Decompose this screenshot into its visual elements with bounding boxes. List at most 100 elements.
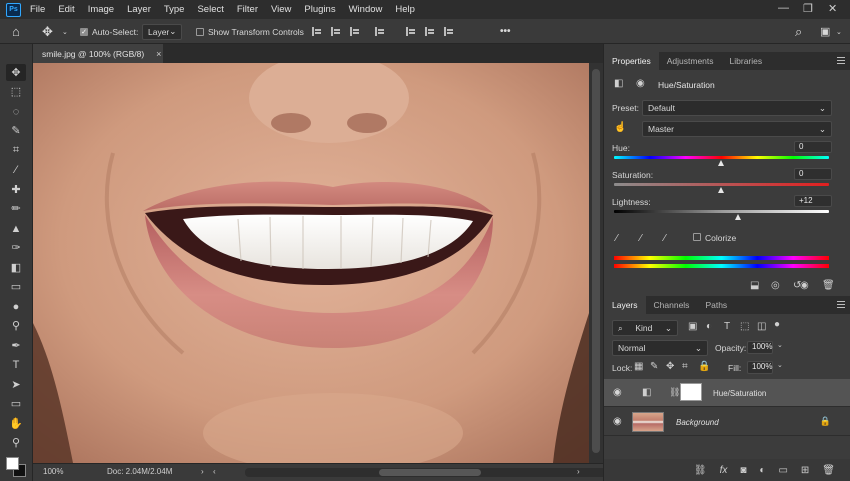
- blend-mode-dropdown[interactable]: Normal ⌄: [612, 340, 708, 356]
- targeted-adjustment-hand-icon[interactable]: ☝: [614, 122, 626, 133]
- align-center-icon[interactable]: [331, 27, 341, 36]
- layer-thumbnail[interactable]: [632, 412, 664, 432]
- menu-image[interactable]: Image: [88, 4, 114, 15]
- hand-tool-icon[interactable]: ✋: [6, 415, 26, 432]
- rectangle-tool-icon[interactable]: ▭: [6, 395, 26, 412]
- panel-menu-icon[interactable]: [837, 57, 845, 58]
- chevron-down-icon[interactable]: ⌄: [777, 361, 783, 369]
- restore-icon[interactable]: ❐: [803, 2, 813, 15]
- tab-properties[interactable]: Properties: [604, 52, 659, 70]
- eyedropper-plus-icon[interactable]: ⁄: [640, 233, 653, 246]
- channel-dropdown[interactable]: Master ⌄: [642, 121, 832, 137]
- lightness-input[interactable]: +12: [794, 195, 832, 207]
- align-middle-icon[interactable]: [425, 27, 435, 36]
- menu-view[interactable]: View: [271, 4, 291, 15]
- delete-layer-icon[interactable]: 🗑: [822, 465, 835, 476]
- crop-tool-icon[interactable]: ⌗: [6, 142, 26, 159]
- layer-row-background[interactable]: ◉ Background 🔒: [604, 408, 850, 436]
- distribute-icon[interactable]: [375, 27, 385, 36]
- align-bottom-icon[interactable]: [444, 27, 454, 36]
- history-brush-tool-icon[interactable]: ✑: [6, 239, 26, 256]
- lock-transparent-icon[interactable]: ▦: [634, 361, 643, 372]
- lock-position-icon[interactable]: ✥: [666, 361, 674, 372]
- home-icon[interactable]: ⌂: [12, 19, 20, 44]
- auto-select-checkbox[interactable]: ✓: [80, 27, 88, 36]
- filter-shape-icon[interactable]: ⬚: [740, 321, 749, 332]
- hue-slider-track[interactable]: [614, 156, 829, 159]
- layer-visibility-eye-icon[interactable]: ◉: [613, 387, 622, 398]
- close-icon[interactable]: ×: [156, 49, 161, 59]
- close-window-icon[interactable]: ✕: [828, 2, 837, 15]
- lightness-slider-knob[interactable]: [735, 214, 741, 220]
- saturation-input[interactable]: 0: [794, 168, 832, 180]
- marquee-tool-icon[interactable]: ⬚: [6, 83, 26, 100]
- blur-tool-icon[interactable]: ●: [6, 298, 26, 315]
- menu-edit[interactable]: Edit: [58, 4, 74, 15]
- adjustment-layer-icon[interactable]: ◧: [614, 78, 623, 89]
- saturation-slider-track[interactable]: [614, 183, 829, 186]
- scrollbar-thumb[interactable]: [379, 469, 481, 476]
- filter-toggle-icon[interactable]: ●: [774, 319, 780, 330]
- new-layer-icon[interactable]: ⊞: [801, 465, 809, 476]
- lightness-slider-track[interactable]: [614, 210, 829, 213]
- layer-visibility-eye-icon[interactable]: ◉: [613, 416, 622, 427]
- filter-smart-object-icon[interactable]: ◫: [757, 321, 766, 332]
- chevron-left-icon[interactable]: ‹: [213, 467, 216, 476]
- foreground-color-swatch[interactable]: [6, 457, 19, 470]
- more-options-icon[interactable]: •••: [500, 19, 511, 44]
- filter-adjustment-icon[interactable]: ◐: [706, 321, 712, 332]
- menu-file[interactable]: File: [30, 4, 45, 15]
- hue-input[interactable]: 0: [794, 141, 832, 153]
- lock-all-icon[interactable]: 🔒: [698, 361, 710, 372]
- zoom-level[interactable]: 100%: [43, 467, 63, 476]
- lasso-tool-icon[interactable]: ◌: [6, 103, 26, 120]
- lock-icon[interactable]: 🔒: [820, 416, 831, 427]
- opacity-input[interactable]: 100%: [747, 341, 773, 354]
- colorize-checkbox[interactable]: [693, 233, 701, 241]
- move-tool-icon[interactable]: ✥: [6, 64, 26, 81]
- document-tab[interactable]: smile.jpg @ 100% (RGB/8) ×: [33, 44, 163, 63]
- visibility-icon[interactable]: ◉: [800, 280, 809, 291]
- layer-name[interactable]: Background: [676, 418, 719, 427]
- auto-select-target-dropdown[interactable]: Layer ⌄: [142, 23, 182, 40]
- layer-row-hue-saturation[interactable]: ◉ ◧ ⛓ Hue/Saturation: [604, 379, 850, 407]
- tab-channels[interactable]: Channels: [646, 296, 698, 314]
- link-layers-icon[interactable]: ⛓: [694, 465, 707, 476]
- chevron-right-icon[interactable]: ›: [201, 467, 204, 476]
- add-mask-icon[interactable]: ◙: [740, 465, 746, 476]
- vertical-scrollbar[interactable]: [589, 63, 603, 463]
- lock-artboard-icon[interactable]: ⌗: [682, 361, 688, 372]
- preset-dropdown[interactable]: Default ⌄: [642, 100, 832, 116]
- panel-menu-icon[interactable]: [837, 301, 845, 302]
- clone-stamp-tool-icon[interactable]: ▲: [6, 220, 26, 237]
- pen-tool-icon[interactable]: ✒: [6, 337, 26, 354]
- chevron-right-icon[interactable]: ›: [577, 467, 580, 476]
- hue-slider-knob[interactable]: [718, 160, 724, 166]
- minimize-icon[interactable]: —: [778, 2, 789, 14]
- zoom-tool-icon[interactable]: ⚲: [6, 434, 26, 451]
- chevron-down-icon[interactable]: ⌄: [777, 341, 783, 349]
- layer-style-fx-icon[interactable]: fx: [720, 465, 728, 476]
- view-previous-state-icon[interactable]: ◎: [771, 280, 780, 291]
- menu-window[interactable]: Window: [349, 4, 383, 15]
- mask-icon[interactable]: ◉: [636, 78, 645, 89]
- tab-paths[interactable]: Paths: [697, 296, 735, 314]
- dodge-tool-icon[interactable]: ⚲: [6, 317, 26, 334]
- eraser-tool-icon[interactable]: ◧: [6, 259, 26, 276]
- horizontal-scrollbar[interactable]: [245, 468, 615, 477]
- search-icon[interactable]: ⌕: [795, 19, 802, 44]
- document-canvas[interactable]: [33, 63, 589, 463]
- tab-adjustments[interactable]: Adjustments: [659, 52, 722, 70]
- layer-name[interactable]: Hue/Saturation: [713, 389, 766, 398]
- menu-plugins[interactable]: Plugins: [304, 4, 335, 15]
- eyedropper-icon[interactable]: ⁄: [616, 233, 629, 246]
- chevron-down-icon[interactable]: ⌄: [836, 19, 842, 44]
- quick-select-tool-icon[interactable]: ✎: [6, 122, 26, 139]
- chain-link-icon[interactable]: ⛓: [669, 387, 680, 398]
- new-group-icon[interactable]: ▭: [778, 465, 787, 476]
- show-transform-checkbox[interactable]: [196, 27, 204, 36]
- lock-pixels-icon[interactable]: ✎: [650, 361, 658, 372]
- type-tool-icon[interactable]: T: [6, 356, 26, 373]
- chevron-down-icon[interactable]: ⌄: [62, 19, 68, 44]
- fill-input[interactable]: 100%: [747, 361, 773, 374]
